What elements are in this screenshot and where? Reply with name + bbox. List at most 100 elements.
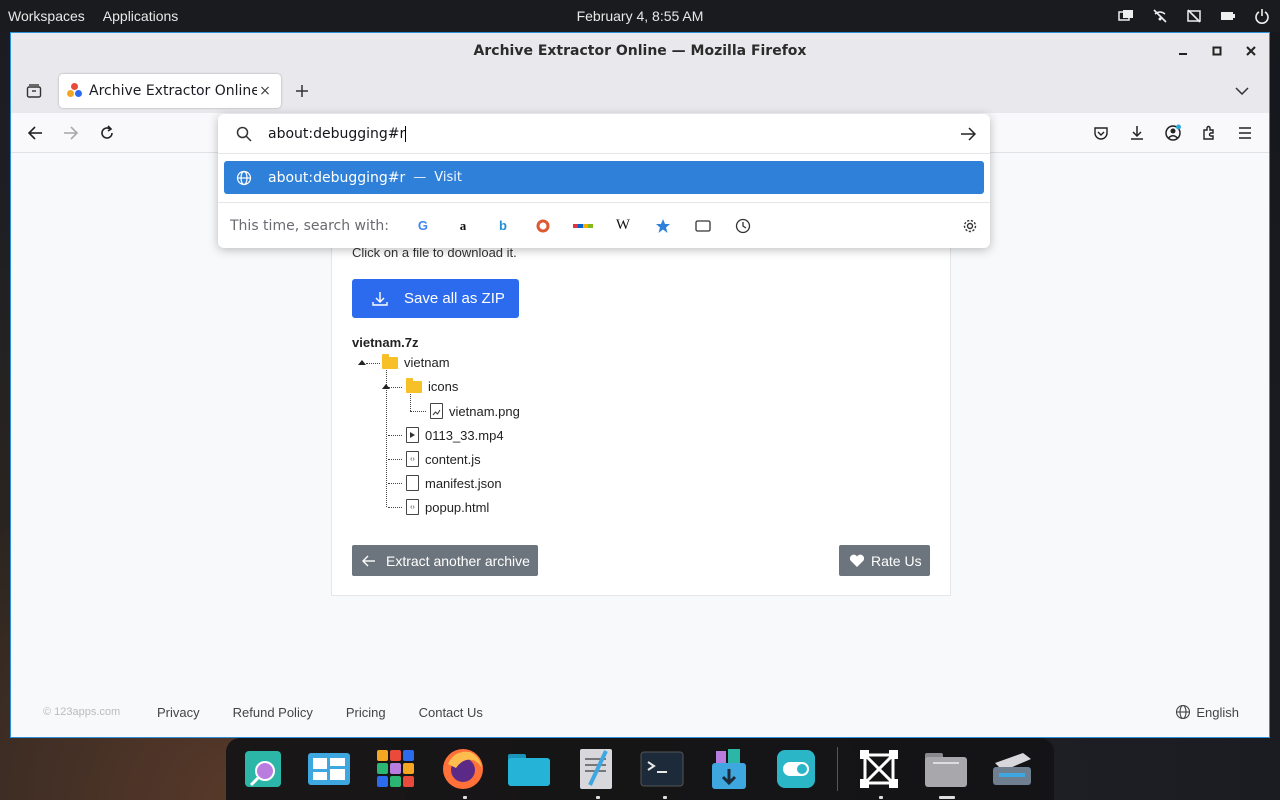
dock-firefox[interactable] [438,742,488,799]
tab-archive-extractor[interactable]: Archive Extractor Online × [59,74,281,108]
power-icon[interactable] [1254,8,1270,24]
language-label: English [1196,704,1239,720]
collapse-caret-icon[interactable] [358,360,366,365]
extensions-button[interactable] [1193,117,1225,149]
puzzle-icon [1203,125,1214,140]
account-button[interactable] [1157,117,1189,149]
screen-share-off-icon[interactable] [1186,8,1202,24]
dock-workspace-switcher[interactable] [305,742,355,796]
globe-icon [1176,704,1191,720]
dock-scanner[interactable] [987,742,1037,796]
suggestion-separator: — [413,170,427,185]
new-tab-button[interactable] [287,76,317,106]
dock-separator [837,747,839,791]
file-icon [406,475,419,491]
code-file-icon: ‹› [406,451,419,467]
tree-connector [388,387,402,388]
reload-button[interactable] [91,117,123,149]
close-window-button[interactable] [1243,43,1259,59]
dock-app-grid[interactable] [371,742,421,796]
dock-software-center[interactable] [704,742,754,796]
footer-link-refund-policy[interactable]: Refund Policy [233,705,313,720]
tree-file-vietnam-png[interactable]: vietnam.png [430,403,520,419]
app-menu-button[interactable] [1229,117,1261,149]
bookmarks-icon[interactable] [643,211,683,241]
download-icon [1131,126,1143,140]
tab-title: Archive Extractor Online [89,83,257,99]
firefox-view-button[interactable] [19,76,49,106]
dock-screenshot-tool[interactable] [854,742,904,799]
dock-file-manager-2[interactable] [921,742,971,799]
dock-terminal[interactable] [638,742,688,799]
app-grid-icon [376,750,414,787]
tree-file-mp4[interactable]: 0113_33.mp4 [406,427,504,443]
download-icon [372,291,388,306]
bing-icon[interactable]: b [483,211,523,241]
go-button[interactable] [958,124,978,144]
rate-us-button[interactable]: Rate Us [839,545,930,576]
display-icon[interactable] [1118,8,1134,24]
tree-item-label: vietnam.png [449,403,520,419]
url-suggestion-visit[interactable]: about:debugging#r — Visit [224,161,984,194]
forward-button[interactable] [55,117,87,149]
applications-button[interactable]: Applications [103,8,179,24]
address-bar-input[interactable]: about:debugging#r [268,126,405,142]
tree-connector [388,435,402,436]
suggestion-url: about:debugging#r [268,169,406,186]
collapse-caret-icon[interactable] [382,384,390,389]
downloads-button[interactable] [1121,117,1153,149]
ebay-icon[interactable] [563,211,603,241]
dock-search-app[interactable] [238,742,288,796]
language-selector[interactable]: English [1175,704,1239,720]
globe-icon [236,170,252,185]
workspaces-button[interactable]: Workspaces [8,8,85,24]
tab-manager-icon [26,84,42,98]
arrow-right-icon [961,127,976,141]
address-bar[interactable]: about:debugging#r [218,114,990,154]
window-titlebar[interactable]: Archive Extractor Online — Mozilla Firef… [11,33,1269,69]
duckduckgo-icon[interactable] [523,211,563,241]
footer-link-privacy[interactable]: Privacy [157,705,200,720]
pocket-button[interactable] [1085,117,1117,149]
history-icon[interactable] [723,211,763,241]
minimize-button[interactable] [1175,43,1191,59]
tree-file-popup-html[interactable]: ‹› popup.html [406,499,489,515]
dock-text-editor[interactable] [571,742,621,799]
arrow-left-icon [362,555,375,566]
dock-files[interactable] [504,742,554,796]
tree-folder-vietnam[interactable]: vietnam [382,353,450,370]
account-icon [1165,124,1181,141]
list-all-tabs-button[interactable] [1227,76,1257,106]
image-file-icon [430,403,443,419]
maximize-button[interactable] [1209,43,1225,59]
save-all-zip-label: Save all as ZIP [404,290,505,307]
tree-item-label: 0113_33.mp4 [425,427,504,443]
footer-link-pricing[interactable]: Pricing [346,705,386,720]
package-installer-icon [711,749,746,789]
network-disabled-icon[interactable] [1152,8,1168,24]
back-button[interactable] [19,117,51,149]
extract-another-button[interactable]: Extract another archive [352,545,538,576]
tab-bar: Archive Extractor Online × [11,69,1269,113]
tree-file-content-js[interactable]: ‹› content.js [406,451,481,467]
extract-another-label: Extract another archive [386,552,530,569]
wikipedia-icon[interactable]: W [603,211,643,241]
page-footer: © 123apps.com Privacy Refund Policy Pric… [11,700,1269,724]
close-tab-icon[interactable]: × [257,83,273,99]
dock-toggle-app[interactable] [771,742,821,796]
search-settings-gear-icon[interactable] [960,216,980,236]
pocket-icon [1094,127,1108,140]
tree-connector [386,357,387,507]
tree-connector [410,391,411,411]
battery-icon[interactable] [1220,8,1236,24]
tabs-icon[interactable] [683,211,723,241]
save-all-zip-button[interactable]: Save all as ZIP [352,279,519,318]
amazon-icon[interactable]: a [443,211,483,241]
tree-file-manifest-json[interactable]: manifest.json [406,475,502,491]
google-icon[interactable]: G [403,211,443,241]
text-cursor [405,125,407,142]
footer-link-contact-us[interactable]: Contact Us [419,705,483,720]
rate-us-label: Rate Us [871,552,922,569]
tree-folder-icons[interactable]: icons [406,377,458,394]
clock[interactable]: February 4, 8:55 AM [577,8,704,24]
